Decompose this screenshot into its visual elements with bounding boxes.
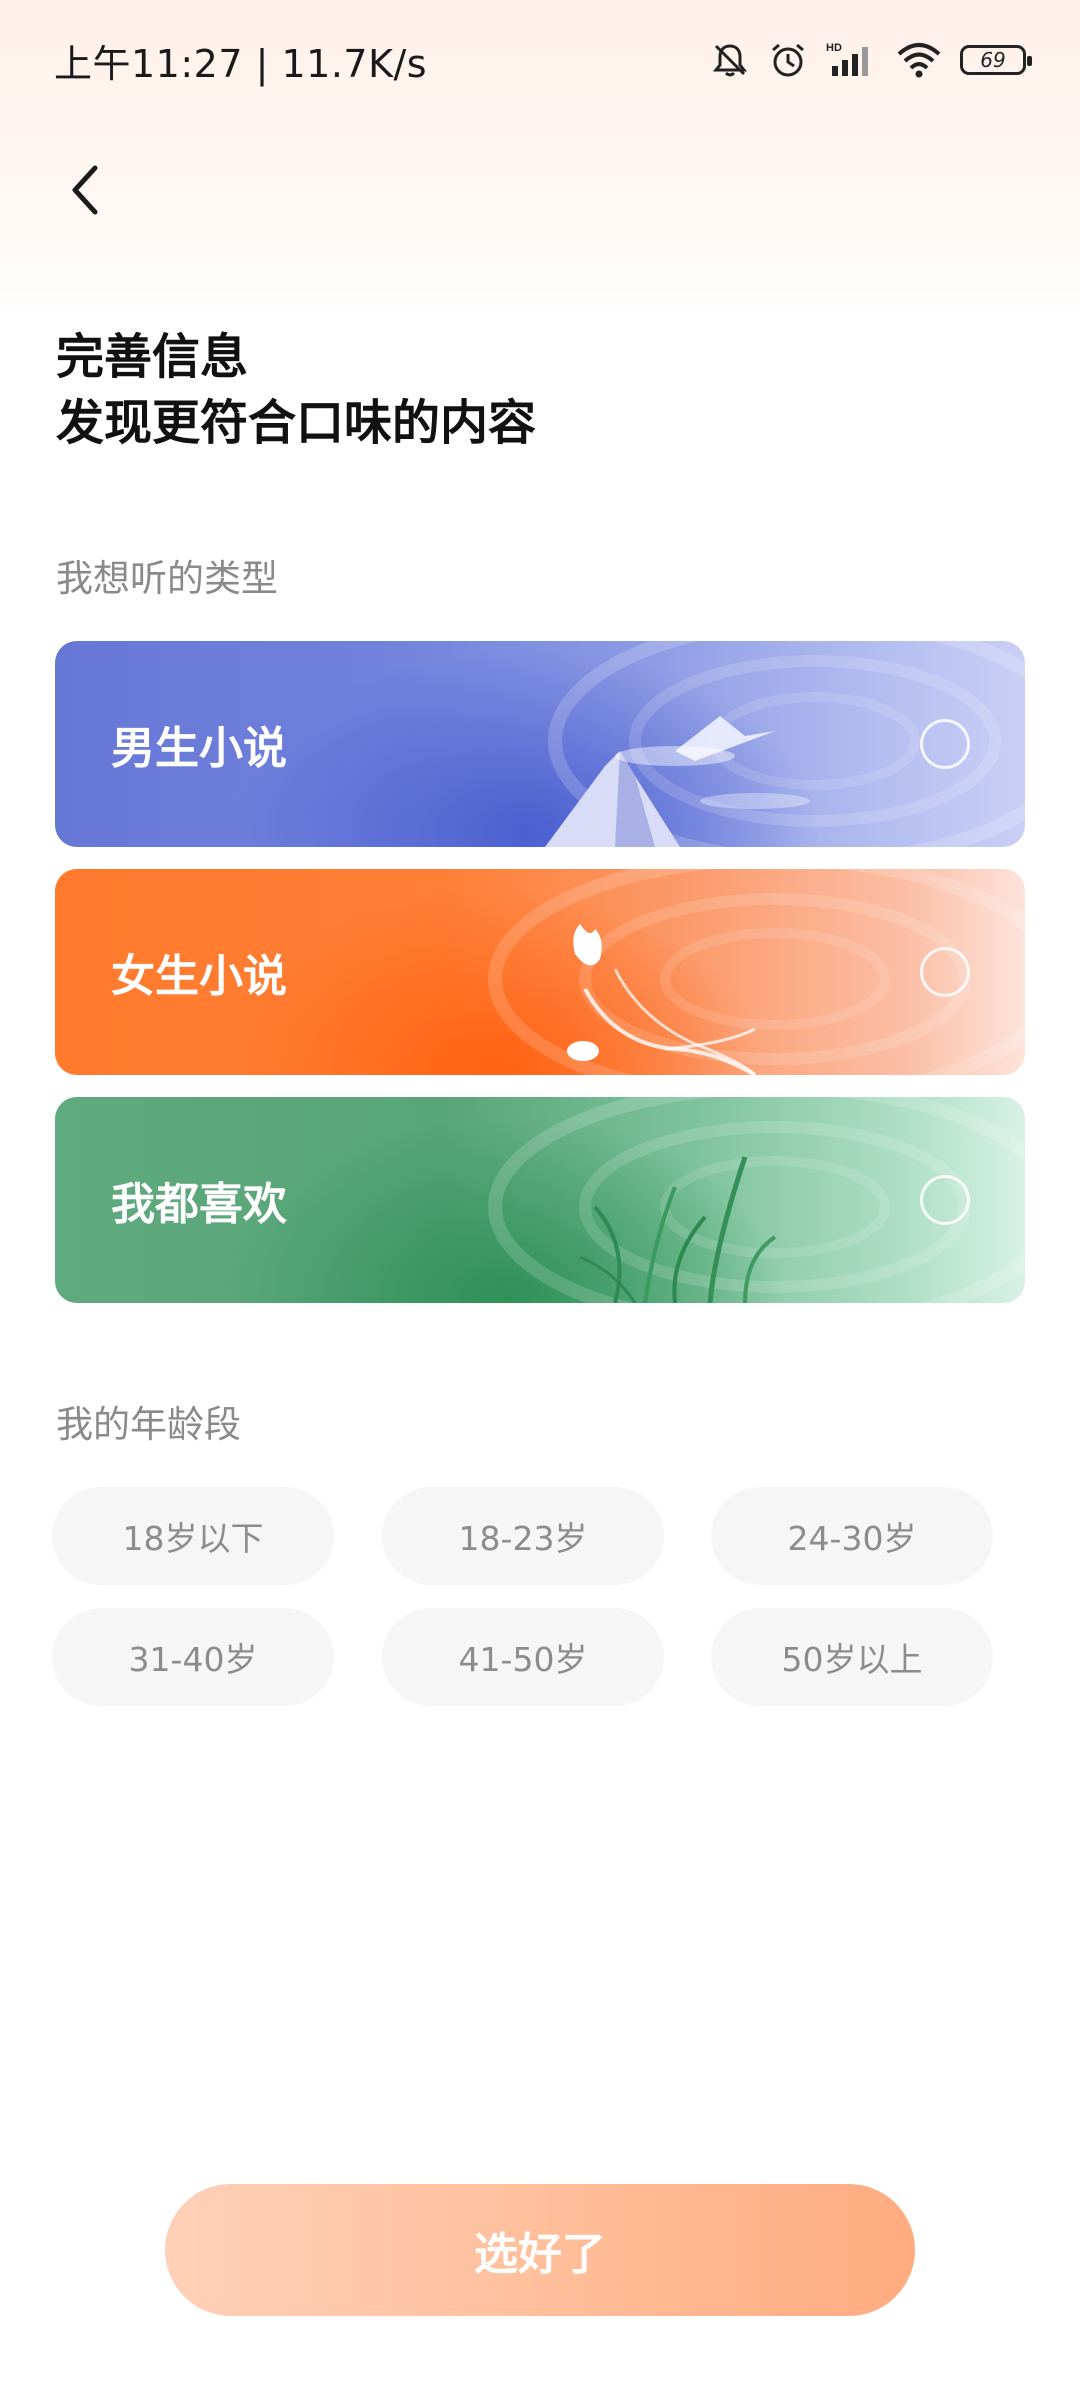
svg-text:HD: HD bbox=[826, 42, 842, 54]
radio-button[interactable] bbox=[920, 719, 970, 769]
battery-icon: 69 bbox=[960, 45, 1032, 75]
age-chip-over-50[interactable]: 50岁以上 bbox=[711, 1608, 993, 1706]
confirm-button[interactable]: 选好了 bbox=[165, 2184, 915, 2316]
age-chip-under-18[interactable]: 18岁以下 bbox=[52, 1487, 334, 1585]
age-chip-31-40[interactable]: 31-40岁 bbox=[52, 1608, 334, 1706]
genre-option-label: 男生小说 bbox=[111, 723, 287, 774]
age-chip-24-30[interactable]: 24-30岁 bbox=[711, 1487, 993, 1585]
chevron-left-icon bbox=[72, 165, 98, 215]
age-chip-18-23[interactable]: 18-23岁 bbox=[382, 1487, 664, 1585]
genre-option-female-novel[interactable]: 女生小说 bbox=[55, 869, 1025, 1075]
genre-section-label: 我想听的类型 bbox=[56, 557, 278, 600]
genre-option-label: 女生小说 bbox=[111, 951, 287, 1002]
bell-off-icon bbox=[712, 44, 748, 77]
signal-hd-icon: HD bbox=[826, 42, 868, 76]
status-icons: HD 69 bbox=[710, 40, 1032, 80]
page-title-line1: 完善信息 bbox=[56, 329, 249, 385]
radio-button[interactable] bbox=[920, 1175, 970, 1225]
wifi-icon bbox=[897, 43, 941, 78]
page-title: 完善信息 发现更符合口味的内容 bbox=[56, 324, 536, 456]
age-chip-41-50[interactable]: 41-50岁 bbox=[382, 1608, 664, 1706]
battery-level: 69 bbox=[980, 48, 1006, 72]
status-time: 上午11:27 | 11.7K/s bbox=[54, 41, 428, 86]
status-bar: 上午11:27 | 11.7K/s HD 69 bbox=[0, 0, 1080, 120]
genre-option-label: 我都喜欢 bbox=[111, 1179, 287, 1230]
genre-option-male-novel[interactable]: 男生小说 bbox=[55, 641, 1025, 847]
age-section-label: 我的年龄段 bbox=[56, 1403, 241, 1446]
radio-button[interactable] bbox=[920, 947, 970, 997]
back-button[interactable] bbox=[50, 150, 120, 230]
alarm-icon bbox=[772, 43, 804, 77]
page-title-line2: 发现更符合口味的内容 bbox=[56, 395, 537, 451]
genre-option-like-all[interactable]: 我都喜欢 bbox=[55, 1097, 1025, 1303]
